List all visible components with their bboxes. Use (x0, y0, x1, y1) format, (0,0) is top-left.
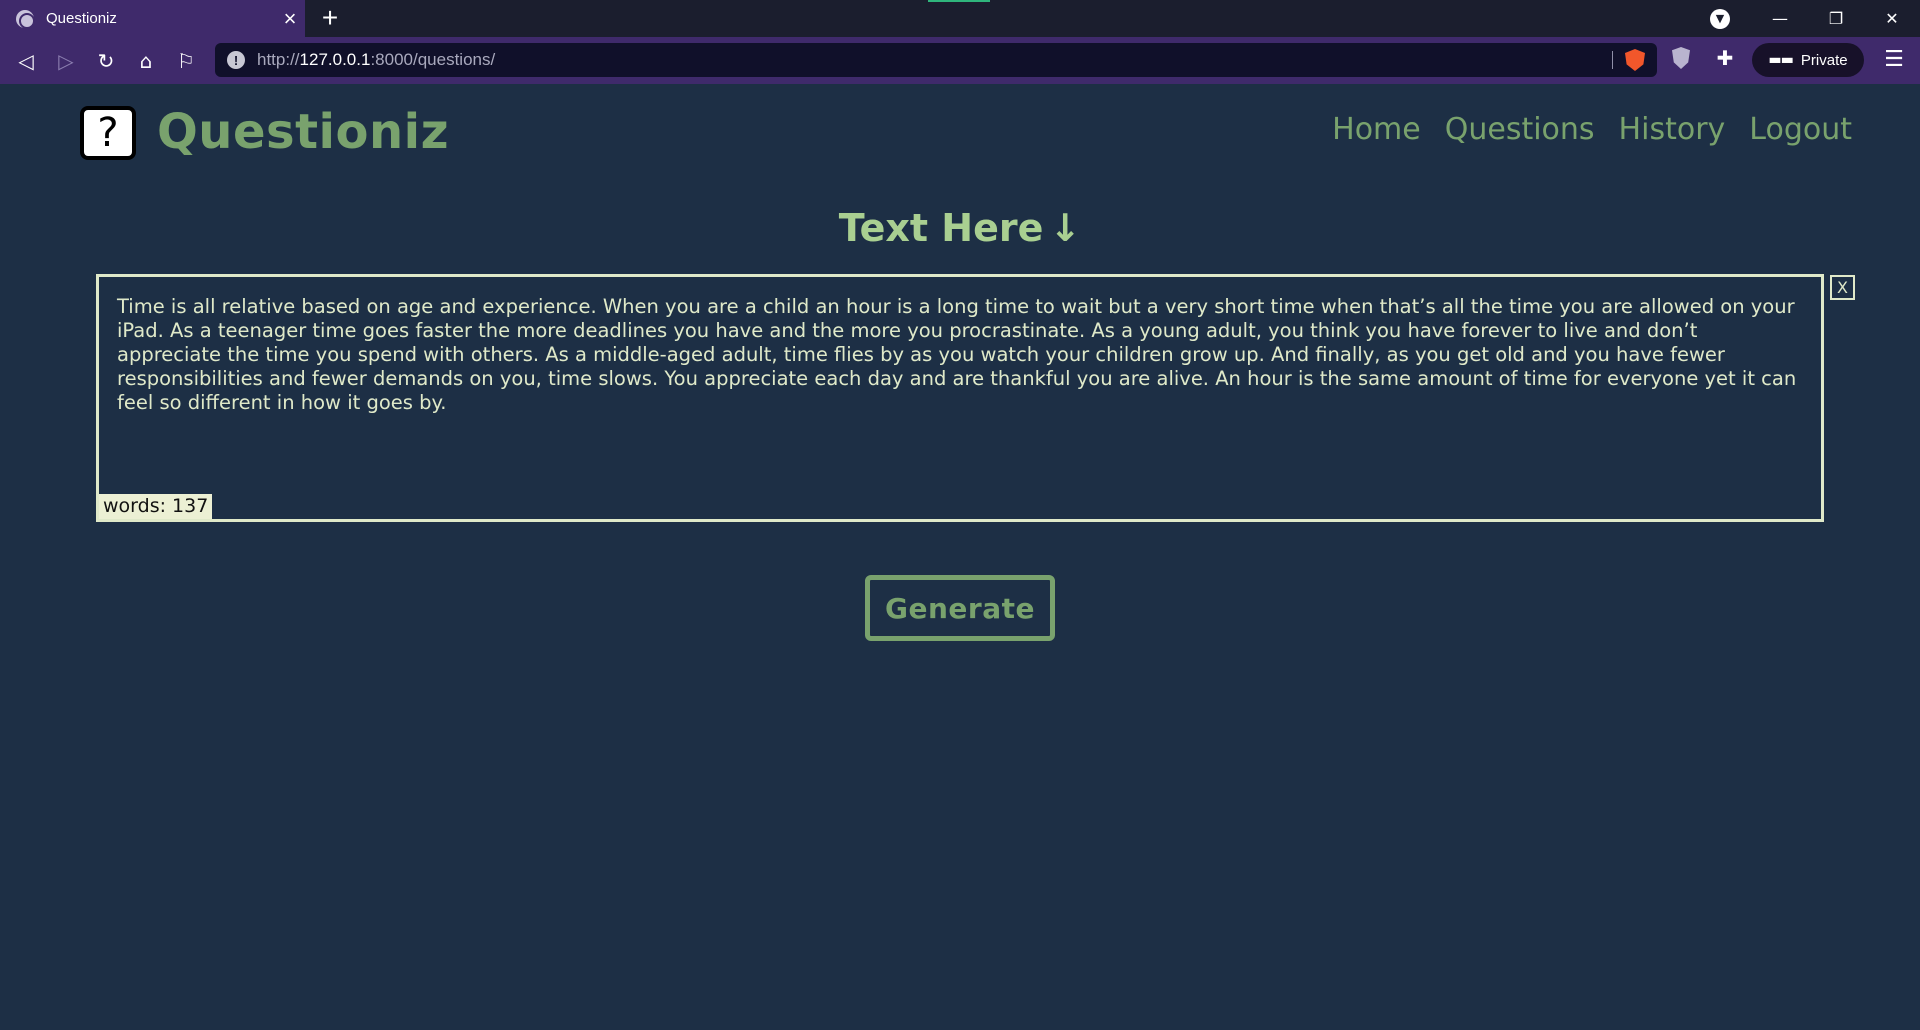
window-controls: ▼ — ❐ ✕ (1710, 0, 1920, 37)
word-count-badge: words: 137 (99, 494, 213, 519)
reload-icon[interactable]: ↻ (86, 37, 126, 84)
word-count-value: 137 (172, 495, 209, 517)
private-window-badge[interactable]: ▬▬ Private (1752, 43, 1864, 77)
restore-icon[interactable]: ❐ (1808, 0, 1864, 37)
extensions-icon[interactable]: ✚ (1714, 47, 1736, 69)
brave-shield-icon[interactable] (1625, 49, 1645, 71)
url-divider (1612, 51, 1613, 69)
browser-tabbar: Questioniz × + ▼ — ❐ ✕ (0, 0, 1920, 37)
page-title: Text Here ↓ (0, 206, 1920, 250)
minimize-icon[interactable]: — (1752, 0, 1808, 37)
close-icon[interactable]: ✕ (1864, 0, 1920, 37)
nav-history[interactable]: History (1619, 112, 1726, 147)
address-bar[interactable]: ! http://127.0.0.1:8000/questions/ (215, 43, 1657, 77)
word-count-label: words: (103, 495, 173, 517)
clear-text-button[interactable]: X (1830, 275, 1855, 300)
main-nav: Home Questions History Logout (1332, 112, 1852, 147)
nav-logout[interactable]: Logout (1749, 112, 1852, 147)
home-icon[interactable]: ⌂ (126, 37, 166, 84)
url-text: http://127.0.0.1:8000/questions/ (257, 50, 496, 69)
private-glasses-icon: ▬▬ (1768, 52, 1793, 68)
nav-questions[interactable]: Questions (1445, 112, 1595, 147)
brand-name[interactable]: Questioniz (157, 104, 449, 160)
nav-home[interactable]: Home (1332, 112, 1421, 147)
bookmark-icon[interactable]: ⚐ (166, 37, 206, 84)
arrow-down-icon: ↓ (1049, 206, 1082, 250)
warning-icon[interactable]: ! (227, 51, 245, 69)
site-header: ? Questioniz Home Questions History Logo… (0, 84, 1920, 184)
browser-tab[interactable]: Questioniz × (0, 0, 305, 37)
private-label: Private (1800, 51, 1848, 69)
back-icon[interactable]: ◁ (6, 37, 46, 84)
new-tab-button[interactable]: + (316, 0, 344, 37)
tab-search-icon[interactable]: ▼ (1710, 8, 1730, 29)
generate-button[interactable]: Generate (865, 575, 1055, 641)
page-title-text: Text Here (838, 206, 1044, 250)
text-input-content[interactable]: Time is all relative based on age and ex… (117, 295, 1807, 415)
shield-icon[interactable] (1672, 47, 1690, 69)
text-input-area[interactable]: Time is all relative based on age and ex… (96, 274, 1824, 522)
tab-close-icon[interactable]: × (275, 0, 305, 37)
tab-title: Questioniz (46, 10, 117, 27)
browser-toolbar: ◁ ▷ ↻ ⌂ ⚐ ! http://127.0.0.1:8000/questi… (0, 37, 1920, 84)
forward-icon[interactable]: ▷ (46, 37, 86, 84)
menu-icon[interactable]: ☰ (1880, 47, 1908, 73)
tab-strip-accent (928, 0, 990, 2)
globe-icon (16, 9, 35, 29)
logo-icon[interactable]: ? (80, 106, 136, 160)
